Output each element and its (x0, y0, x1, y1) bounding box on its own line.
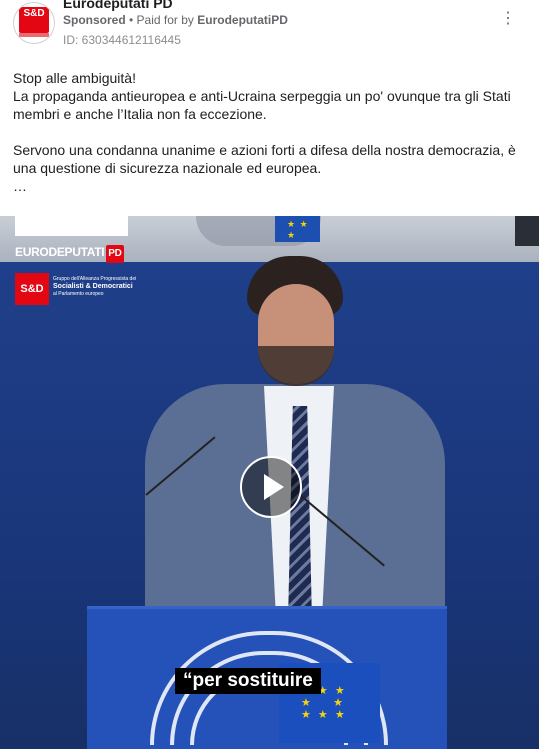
sd-caption-line3: al Parlamento europeo (53, 291, 104, 297)
brand-pd-badge: PD (106, 245, 124, 263)
post-header: S&D Eurodeputati PD Sponsored • Paid for… (0, 0, 539, 58)
speaker-figure (140, 256, 450, 664)
sd-logo-icon: S&D (19, 7, 49, 33)
sponsored-label: Sponsored (63, 13, 126, 27)
paid-for-prefix: • Paid for by (125, 13, 198, 27)
post-text: Stop alle ambiguità! La propaganda antie… (13, 70, 516, 194)
ad-id: ID: 630344612116445 (63, 33, 181, 47)
video-player[interactable]: ★ ★ ★ EURODEPUTATI PD S&D Gruppo dell'All… (0, 216, 539, 749)
play-icon (264, 474, 284, 500)
more-options-icon[interactable]: ⋮ (500, 10, 516, 28)
sd-video-logo: S&D (15, 273, 49, 305)
paid-for-name[interactable]: EurodeputatiPD (197, 13, 288, 27)
avatar-subline (19, 33, 49, 37)
brand-text: EURODEPUTATI (15, 245, 105, 259)
sponsored-post-card: S&D Eurodeputati PD Sponsored • Paid for… (0, 0, 539, 749)
sponsored-meta: Sponsored • Paid for by EurodeputatiPD (63, 13, 288, 27)
eurodeputati-brand: EURODEPUTATI PD (15, 243, 130, 263)
page-avatar[interactable]: S&D (13, 2, 55, 44)
sd-caption-line1: Gruppo dell'Alleanza Progressista dei (53, 276, 137, 282)
speaker-beard (258, 346, 334, 386)
top-eu-flag-icon: ★ ★ ★ (275, 216, 320, 242)
top-dark-panel (515, 216, 539, 246)
sd-caption-line2: Socialisti & Democratici (53, 283, 133, 290)
video-subtitle: “per sostituire (175, 668, 321, 694)
page-name-link[interactable]: Eurodeputati PD (63, 0, 173, 11)
sd-caption: Gruppo dell'Alleanza Progressista dei So… (53, 276, 143, 298)
play-button[interactable] (240, 456, 302, 518)
top-white-panel (15, 216, 128, 236)
